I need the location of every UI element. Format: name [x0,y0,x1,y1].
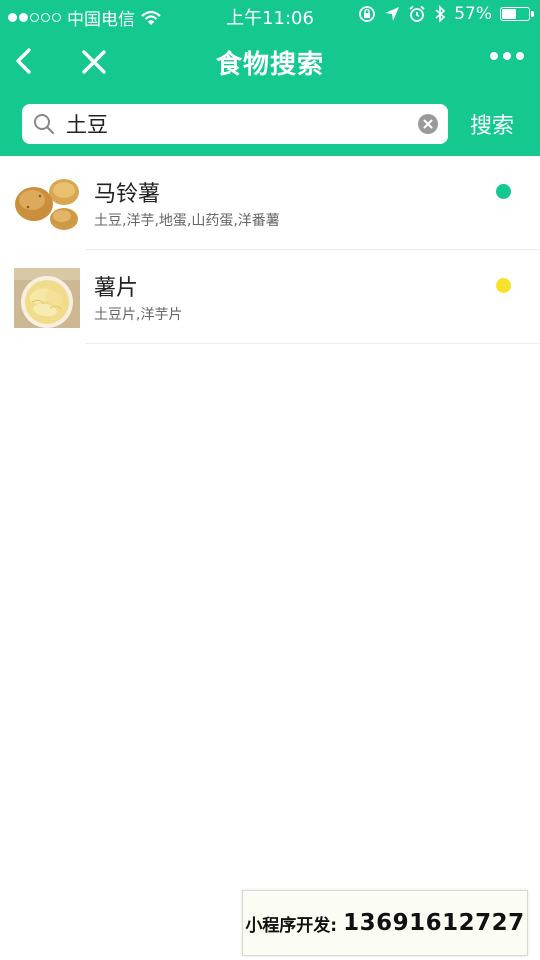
potato-chips-image [14,268,80,328]
search-button[interactable]: 搜索 [470,108,514,140]
item-title: 马铃薯 [94,182,161,207]
location-icon [385,7,400,21]
page-title: 食物搜索 [215,50,324,80]
search-bar: 搜索 [0,94,540,156]
contact-phone[interactable]: 13691612727 [343,910,525,936]
divider [86,343,540,344]
status-dot [496,184,511,199]
battery-icon [500,7,534,21]
battery-percent: 57% [454,4,492,24]
battery-level [502,9,516,19]
list-item[interactable]: 薯片 土豆片,洋芋片 [0,250,540,344]
status-bar: 中国电信 上午11:06 57% [0,0,540,30]
status-dot [496,278,511,293]
contact-banner: 小程序开发: 13691612727 [242,890,528,956]
bluetooth-icon [435,5,446,23]
results-list: 马铃薯 土豆,洋芋,地蛋,山药蛋,洋番薯 薯片 土豆片,洋芋片 [0,156,540,344]
potato-image [14,174,80,234]
search-box[interactable] [22,104,448,144]
contact-label: 小程序开发: [245,915,338,936]
alarm-icon [409,5,425,22]
item-aliases: 土豆片,洋芋片 [94,307,183,323]
item-title: 薯片 [94,276,139,301]
search-input[interactable] [66,110,396,138]
status-right: 57% [358,4,534,24]
search-icon [34,114,55,135]
list-item[interactable]: 马铃薯 土豆,洋芋,地蛋,山药蛋,洋番薯 [0,156,540,250]
rotation-lock-icon [359,6,376,22]
more-dots-icon[interactable] [490,52,524,60]
nav-bar: 食物搜索 [0,30,540,94]
item-aliases: 土豆,洋芋,地蛋,山药蛋,洋番薯 [94,213,280,229]
clear-icon[interactable] [418,114,438,134]
